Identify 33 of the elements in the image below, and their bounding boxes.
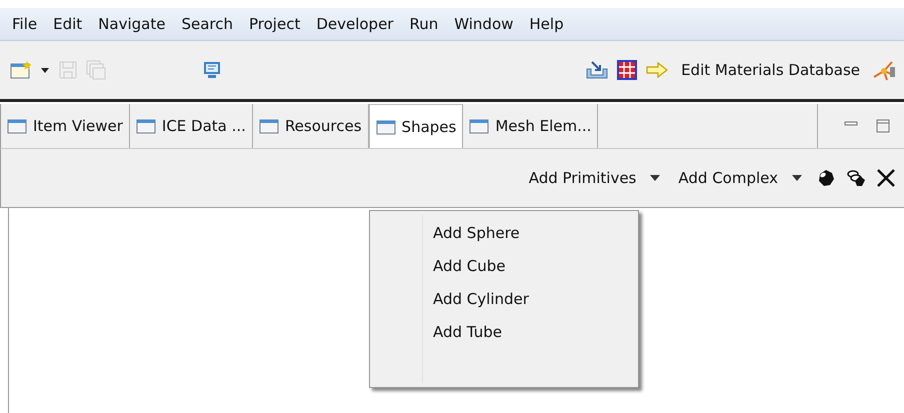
menu-item[interactable]: Project — [241, 15, 308, 33]
arrow-icon[interactable] — [645, 60, 670, 80]
menu-item[interactable]: Add Tube — [423, 316, 539, 349]
caret-icon — [650, 174, 660, 182]
sparks-icon[interactable] — [872, 59, 898, 81]
menu-item[interactable]: Edit — [45, 15, 90, 33]
caret-icon — [792, 174, 802, 182]
stacked-discs-icon[interactable] — [846, 168, 866, 188]
edit-materials-button[interactable]: Edit Materials Database — [677, 61, 864, 79]
monitor-icon[interactable] — [202, 60, 222, 80]
dropdown-button[interactable]: Add Complex — [674, 169, 806, 187]
new-window-icon[interactable] — [10, 60, 32, 80]
dropdown-button[interactable]: Add Primitives — [524, 169, 664, 187]
menu-item[interactable]: Search — [173, 15, 241, 33]
tab[interactable]: Shapes — [368, 104, 464, 148]
close-icon[interactable] — [876, 168, 896, 188]
window-icon — [136, 118, 156, 134]
menu-item[interactable]: Window — [446, 15, 522, 33]
menu-item[interactable]: Add Cylinder — [423, 283, 539, 316]
grid-icon[interactable] — [617, 60, 638, 80]
window-icon — [469, 118, 490, 134]
menu-item[interactable]: File — [4, 15, 46, 33]
menu-item[interactable]: Run — [401, 15, 446, 33]
menu-item[interactable]: Add Cube — [423, 250, 539, 283]
menu-item[interactable]: Help — [521, 15, 572, 33]
menu-item[interactable]: Navigate — [90, 15, 174, 33]
window-icon — [7, 118, 27, 134]
window-icon — [376, 118, 396, 134]
maximize-icon[interactable] — [876, 119, 890, 133]
menu-item[interactable]: Add Sphere — [423, 217, 539, 250]
menu-item[interactable]: Developer — [308, 15, 402, 33]
import-icon[interactable] — [585, 60, 610, 80]
window-icon — [258, 118, 279, 134]
